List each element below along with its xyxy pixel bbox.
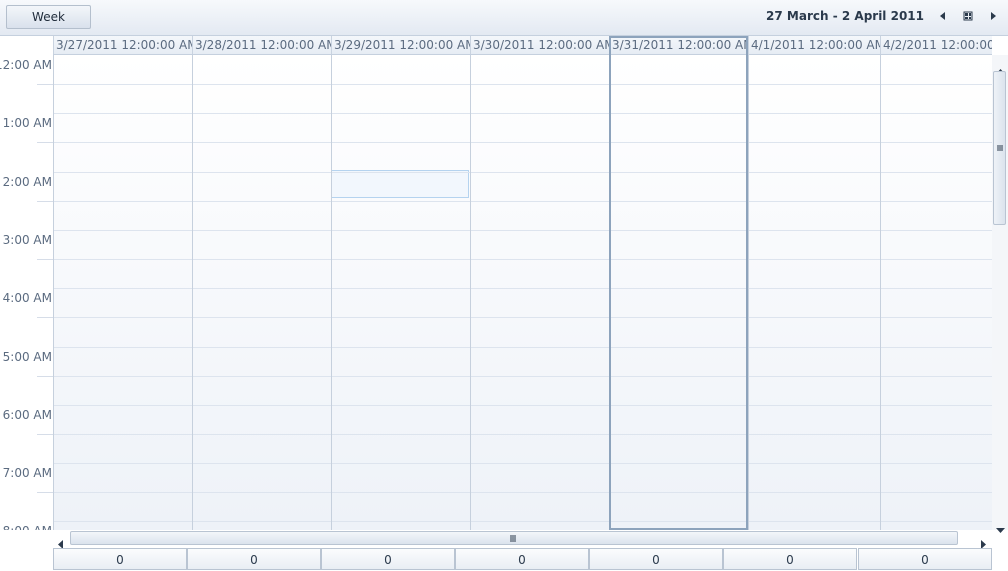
time-label: 1:00 AM: [2, 116, 52, 130]
date-range-label: 27 March - 2 April 2011: [766, 9, 924, 23]
time-ruler: 12:00 AM 1:00 AM 2:00 AM 3:00 AM 4:00 AM 5:00…: [0, 55, 53, 530]
grid-column-line: [331, 55, 332, 530]
grid-row-line: [53, 317, 992, 318]
day-header[interactable]: 3/29/2011 12:00:00 AM: [331, 36, 470, 54]
day-appointment-count[interactable]: 0: [455, 548, 589, 570]
grid-row-line: [53, 347, 992, 348]
time-tick: [37, 142, 53, 143]
grid-row-line: [53, 492, 992, 493]
time-tick: [37, 84, 53, 85]
time-label: 3:00 AM: [2, 233, 52, 247]
time-label: 8:00 AM: [3, 524, 52, 530]
day-header[interactable]: 3/31/2011 12:00:00 AM: [609, 36, 748, 54]
calendar-grid-icon[interactable]: [961, 9, 975, 23]
grid-row-line: [53, 434, 992, 435]
grid-row-line: [53, 259, 992, 260]
grid-row-line: [53, 376, 992, 377]
horizontal-scroll-thumb[interactable]: [70, 531, 958, 545]
vertical-scrollbar[interactable]: [992, 55, 1008, 533]
grid-row-line: [53, 463, 992, 464]
time-tick: [37, 434, 53, 435]
time-tick: [37, 259, 53, 260]
day-header[interactable]: 4/1/2011 12:00:00 AM: [748, 36, 880, 54]
day-header[interactable]: 3/27/2011 12:00:00 AM: [53, 36, 192, 54]
toolbar: Week 27 March - 2 April 2011: [0, 0, 1008, 36]
grid-row-line: [53, 84, 992, 85]
day-appointment-count[interactable]: 0: [589, 548, 723, 570]
grid-column-line: [748, 55, 749, 530]
day-header-row: 3/27/2011 12:00:00 AM 3/28/2011 12:00:00 …: [53, 36, 992, 55]
grid-row-line: [53, 201, 992, 202]
time-label: 6:00 AM: [2, 408, 52, 422]
chevron-left-icon[interactable]: [936, 9, 950, 23]
grid-row-line: [53, 521, 992, 522]
grid-column-line: [192, 55, 193, 530]
day-appointment-count[interactable]: 0: [53, 548, 187, 570]
grid-row-line: [53, 230, 992, 231]
grid-column-line: [470, 55, 471, 530]
day-header[interactable]: 3/30/2011 12:00:00 AM: [470, 36, 609, 54]
grid-column-line: [53, 55, 54, 530]
calendar-grid[interactable]: [53, 55, 992, 530]
day-appointment-count[interactable]: 0: [723, 548, 857, 570]
grid-column-line: [609, 55, 610, 530]
scroll-down-icon[interactable]: [996, 519, 1005, 538]
time-tick: [37, 492, 53, 493]
time-label: 4:00 AM: [2, 291, 52, 305]
grid-row-line: [53, 405, 992, 406]
time-label: 2:00 AM: [2, 175, 52, 189]
day-appointment-count[interactable]: 0: [187, 548, 321, 570]
grid-row-line: [53, 142, 992, 143]
horizontal-scrollbar[interactable]: [53, 530, 992, 549]
grid-row-line: [53, 288, 992, 289]
chevron-right-icon[interactable]: [986, 9, 1000, 23]
day-header[interactable]: 4/2/2011 12:00:00 AM: [880, 36, 992, 54]
time-tick: [37, 317, 53, 318]
day-appointment-count[interactable]: 0: [321, 548, 455, 570]
time-tick: [37, 201, 53, 202]
time-label: 7:00 AM: [2, 466, 52, 480]
day-count-row: 0000000: [53, 548, 992, 571]
day-header[interactable]: 3/28/2011 12:00:00 AM: [192, 36, 331, 54]
grid-row-line: [53, 113, 992, 114]
vertical-scroll-thumb[interactable]: [993, 71, 1006, 225]
week-view-button[interactable]: Week: [6, 5, 91, 29]
grid-column-line: [880, 55, 881, 530]
grid-row-line: [53, 172, 992, 173]
day-appointment-count[interactable]: 0: [858, 548, 992, 570]
time-tick: [37, 376, 53, 377]
selected-slot[interactable]: [331, 170, 469, 198]
time-label: 5:00 AM: [2, 350, 52, 364]
time-label: 12:00 AM: [0, 58, 52, 72]
